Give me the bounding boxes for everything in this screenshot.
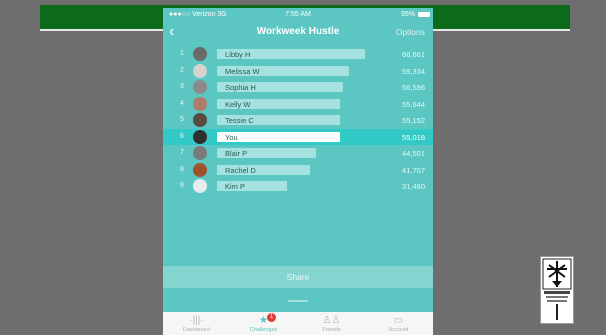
avatar[interactable] xyxy=(193,96,207,111)
tab-label: Challenges xyxy=(249,327,278,333)
phone-screen: ●●●○○ Verizon 3G 7:55 AM 95% ‹ Workweek … xyxy=(163,8,433,335)
rank-number: 2 xyxy=(180,66,184,74)
tab-bar: ·|||· Dashboard ★ Challenges 1 ♙♙ Friends ▭ Acco… xyxy=(163,312,433,335)
rank-number: 4 xyxy=(180,99,184,107)
tab-label: Friends xyxy=(322,327,341,333)
leaderboard-row[interactable]: 9 Kim P 31,480 xyxy=(163,178,433,195)
activity-icon: ·|||· xyxy=(189,315,204,326)
leaderboard-row[interactable]: 2 Melissa W 59,334 xyxy=(163,63,433,80)
leaderboard-row[interactable]: 7 Blair P 44,501 xyxy=(163,145,433,162)
notification-badge: 1 xyxy=(267,313,276,322)
battery-icon xyxy=(418,12,430,17)
friends-icon: ♙♙ xyxy=(322,315,341,326)
rank-number: 3 xyxy=(180,83,184,90)
tab-account[interactable]: ▭ Account xyxy=(365,312,432,335)
tab-friends[interactable]: ♙♙ Friends xyxy=(298,312,365,335)
rank-number: 6 xyxy=(180,132,184,140)
tab-challenges[interactable]: ★ Challenges 1 xyxy=(230,312,297,335)
rank-number: 1 xyxy=(180,50,184,57)
participant-name: Kelly W xyxy=(225,99,251,109)
avatar[interactable] xyxy=(193,80,207,94)
avatar[interactable] xyxy=(193,146,207,160)
avatar[interactable] xyxy=(193,63,207,78)
organization-logo xyxy=(540,256,574,324)
step-count: 59,334 xyxy=(402,66,425,76)
avatar[interactable] xyxy=(193,113,207,127)
rank-number: 9 xyxy=(180,182,184,189)
avatar[interactable] xyxy=(193,129,207,144)
step-count: 44,501 xyxy=(402,149,425,158)
leaderboard-list: 1 Libby H 66,661 2 Melissa W 59,334 3 Sophia H 5… xyxy=(163,46,433,195)
rank-number: 8 xyxy=(180,165,184,173)
leaderboard-row[interactable]: 1 Libby H 66,661 xyxy=(163,46,433,63)
tab-label: Dashboard xyxy=(183,327,210,333)
step-count: 66,661 xyxy=(402,50,425,59)
participant-name: Sophia H xyxy=(225,83,256,92)
avatar[interactable] xyxy=(193,179,207,193)
rank-number: 7 xyxy=(180,149,184,156)
participant-name: Rachel D xyxy=(225,165,256,175)
share-button[interactable]: Share xyxy=(163,266,433,288)
star-icon: ★ xyxy=(259,315,268,326)
step-count: 55,152 xyxy=(402,116,425,125)
step-count: 55,018 xyxy=(402,132,425,142)
leaderboard-row[interactable]: 6 You 55,018 xyxy=(163,128,433,145)
avatar[interactable] xyxy=(193,47,207,61)
participant-name: Kim P xyxy=(225,182,246,191)
participant-name: Tessie C xyxy=(225,116,254,125)
step-count: 31,480 xyxy=(402,182,425,191)
avatar[interactable] xyxy=(193,162,207,177)
leaderboard-row[interactable]: 5 Tessie C 55,152 xyxy=(163,112,433,129)
participant-name: You xyxy=(225,132,238,142)
status-bar: ●●●○○ Verizon 3G 7:55 AM 95% xyxy=(163,8,433,22)
leaderboard-row[interactable]: 4 Kelly W 55,644 xyxy=(163,96,433,113)
rank-number: 5 xyxy=(180,116,184,123)
leaderboard-row[interactable]: 3 Sophia H 56,596 xyxy=(163,79,433,96)
step-count: 41,707 xyxy=(402,165,425,175)
participant-name: Melissa W xyxy=(225,66,260,76)
drag-handle[interactable] xyxy=(288,300,308,302)
account-icon: ▭ xyxy=(393,315,404,326)
tab-dashboard[interactable]: ·|||· Dashboard xyxy=(163,312,230,335)
options-button[interactable]: Options xyxy=(396,27,425,37)
step-count: 56,596 xyxy=(402,83,425,92)
leaderboard-row[interactable]: 8 Rachel D 41,707 xyxy=(163,162,433,179)
step-count: 55,644 xyxy=(402,99,425,109)
nav-header: ‹ Workweek Hustle Options xyxy=(163,22,433,44)
clock: 7:55 AM xyxy=(285,11,311,18)
tab-label: Account xyxy=(388,327,409,333)
battery-percent: 95% xyxy=(400,11,415,18)
participant-name: Blair P xyxy=(225,149,248,158)
participant-name: Libby H xyxy=(225,50,251,59)
page-title: Workweek Hustle xyxy=(256,26,340,37)
